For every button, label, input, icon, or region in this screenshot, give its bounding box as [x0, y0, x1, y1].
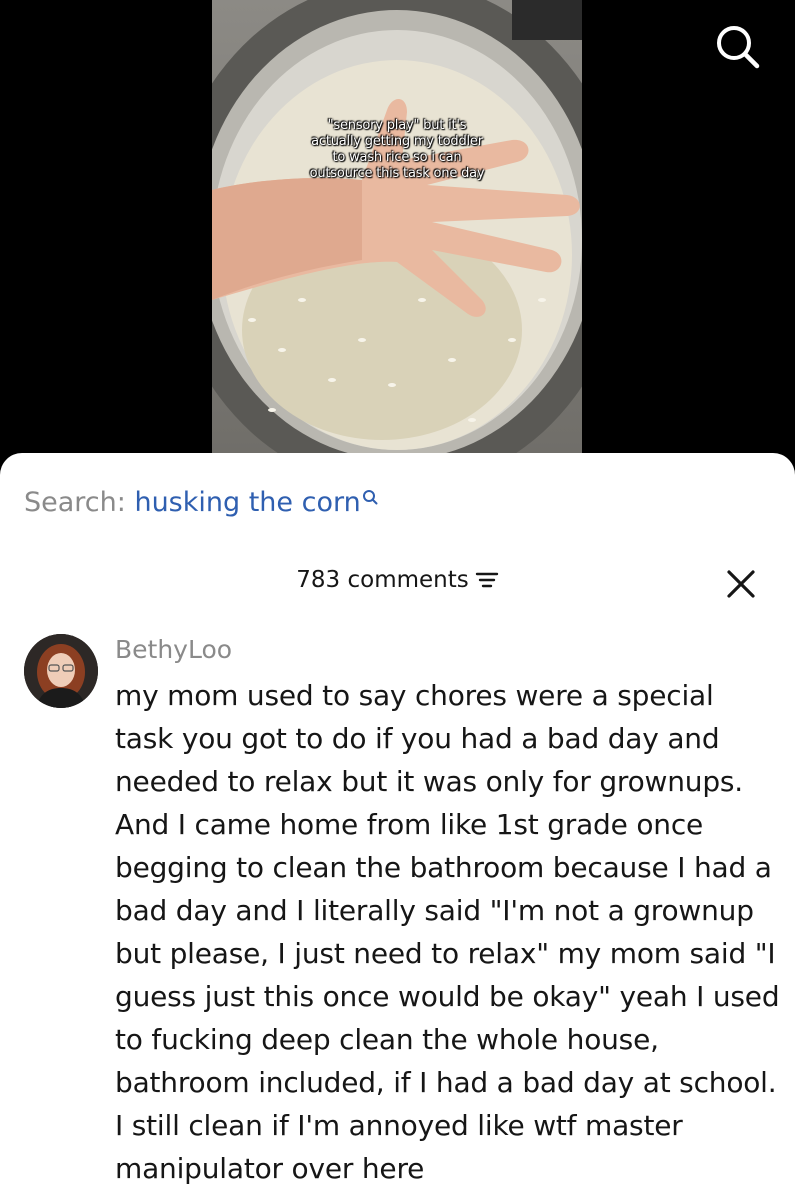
- comments-sheet: Search: husking the corn 783 comments Be…: [0, 453, 795, 1199]
- search-small-icon: [362, 490, 378, 505]
- avatar[interactable]: [24, 634, 98, 708]
- user-avatar-image: [24, 634, 98, 708]
- search-term[interactable]: husking the corn: [134, 487, 360, 518]
- comments-sort-button[interactable]: 783 comments: [296, 565, 498, 595]
- comments-count: 783 comments: [296, 567, 469, 593]
- comment-username[interactable]: BethyLoo: [115, 631, 232, 669]
- close-button[interactable]: [726, 569, 756, 599]
- search-suggestion-link[interactable]: Search: husking the corn: [24, 485, 378, 521]
- comment-text: my mom used to say chores were a special…: [115, 679, 780, 1185]
- filter-lines-icon: [475, 572, 498, 588]
- video-caption: "sensory play" but it's actually getting…: [309, 118, 485, 181]
- rice-bowl-image: [212, 0, 582, 470]
- video-player[interactable]: "sensory play" but it's actually getting…: [0, 0, 795, 470]
- search-button[interactable]: [712, 22, 762, 72]
- search-prefix: Search:: [24, 487, 135, 518]
- video-thumbnail[interactable]: "sensory play" but it's actually getting…: [212, 0, 582, 470]
- comments-header: 783 comments: [0, 565, 795, 595]
- search-icon: [717, 26, 760, 69]
- close-icon: [727, 570, 755, 598]
